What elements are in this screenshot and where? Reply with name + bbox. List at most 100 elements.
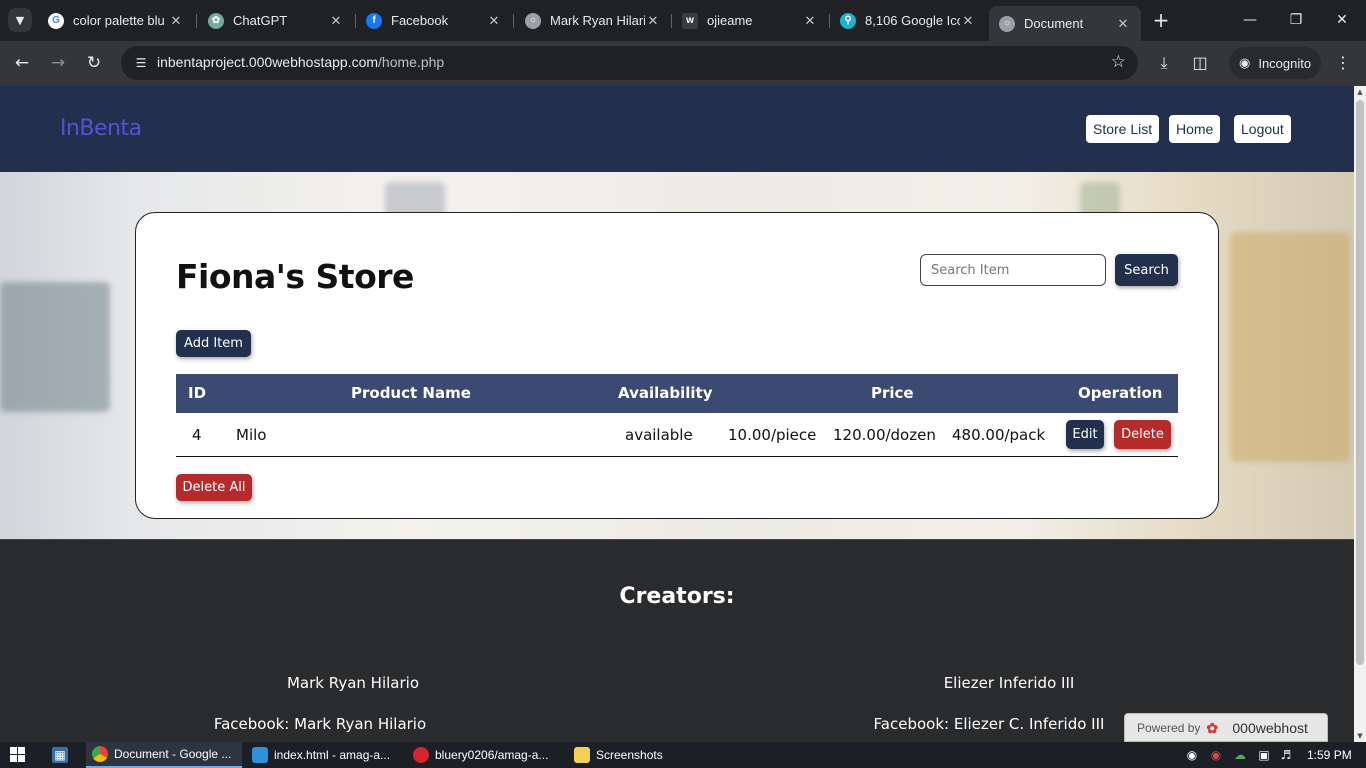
browser-toolbar: ← → ↻ ☰ inbentaproject.000webhostapp.com…: [0, 41, 1366, 86]
column-header-operation: Operation: [1078, 384, 1163, 402]
store-card: Fiona's Store Search Add Item ID Product…: [135, 212, 1219, 519]
side-panel-icon[interactable]: ◫: [1188, 51, 1212, 75]
browser-tab-bar: ▼ G color palette blu ✕ ✿ ChatGPT ✕ f Fa…: [0, 0, 1366, 41]
incognito-badge[interactable]: ◉ Incognito: [1229, 47, 1321, 79]
taskbar-item-vscode[interactable]: index.html - amag-a...: [246, 742, 402, 768]
taskbar-item-screenshots[interactable]: Screenshots: [568, 742, 724, 768]
items-table: ID Product Name Availability Price Opera…: [176, 374, 1178, 457]
forward-icon[interactable]: →: [46, 51, 70, 75]
sync-icon[interactable]: ☁: [1232, 747, 1248, 763]
site-info-icon[interactable]: ☰: [133, 55, 149, 71]
incognito-icon: ◉: [1239, 55, 1251, 70]
cell-product-name: Milo: [236, 426, 267, 444]
vscode-icon: [252, 747, 268, 763]
add-item-button[interactable]: Add Item: [176, 330, 251, 357]
address-bar[interactable]: ☰ inbentaproject.000webhostapp.com/home.…: [121, 46, 1138, 80]
tab-google-icons[interactable]: ⚲ 8,106 Google Ico ✕: [830, 6, 986, 35]
globe-icon: ○: [525, 12, 541, 29]
chevron-down-icon: ▼: [15, 13, 25, 27]
page-scrollbar[interactable]: ▲ ▼: [1354, 86, 1366, 742]
tab-facebook[interactable]: f Facebook ✕: [356, 6, 512, 35]
close-icon[interactable]: ✕: [645, 13, 661, 29]
opera-icon: [413, 747, 429, 763]
close-icon[interactable]: ✕: [960, 13, 976, 29]
network-icon[interactable]: ▣: [1256, 747, 1272, 763]
back-icon[interactable]: ←: [10, 51, 34, 75]
cell-price-dozen: 120.00/dozen: [833, 426, 936, 444]
creator-facebook: Facebook: Eliezer C. Inferido III: [873, 715, 1105, 733]
restore-icon[interactable]: ❐: [1284, 8, 1308, 32]
close-icon[interactable]: ✕: [486, 13, 502, 29]
page-title: Fiona's Store: [176, 257, 414, 296]
chrome-icon: [92, 746, 108, 762]
tab-divider: [513, 14, 514, 28]
address-url[interactable]: inbentaproject.000webhostapp.com/home.ph…: [157, 54, 444, 70]
new-tab-button[interactable]: +: [1150, 9, 1172, 31]
powered-by-badge[interactable]: Powered by ✿ 000webhost: [1124, 713, 1328, 742]
site-logo[interactable]: InBenta: [60, 116, 142, 141]
tab-chatgpt[interactable]: ✿ ChatGPT ✕: [198, 6, 354, 35]
webhost-logo-icon: ✿: [1206, 719, 1219, 736]
folder-icon: [574, 747, 590, 763]
calculator-icon[interactable]: ▦: [52, 747, 68, 763]
footer: Creators: Mark Ryan Hilario Facebook: Ma…: [0, 539, 1354, 742]
close-icon[interactable]: ✕: [802, 13, 818, 29]
google-icon: G: [48, 12, 64, 29]
column-header-product-name: Product Name: [351, 384, 471, 402]
creator-facebook: Facebook: Mark Ryan Hilario: [213, 715, 427, 733]
search-badge-icon: ⚲: [840, 12, 856, 29]
edit-button[interactable]: Edit: [1066, 420, 1104, 449]
creator-name: Eliezer Inferido III: [943, 674, 1075, 692]
bookmark-star-icon[interactable]: ☆: [1111, 52, 1126, 72]
close-icon[interactable]: ✕: [328, 13, 344, 29]
scrollbar-thumb[interactable]: [1356, 100, 1364, 665]
tab-document[interactable]: ○ Document ✕: [989, 6, 1141, 41]
search-button[interactable]: Search: [1115, 254, 1178, 286]
w-icon: w: [682, 12, 698, 29]
taskbar-item-chrome[interactable]: Document - Google ...: [86, 742, 242, 768]
delete-all-button[interactable]: Delete All: [176, 474, 252, 501]
chatgpt-icon: ✿: [208, 12, 224, 29]
os-taskbar: ▦ Document - Google ... index.html - ama…: [0, 742, 1366, 768]
column-header-availability: Availability: [618, 384, 713, 402]
footer-title: Creators:: [619, 584, 735, 609]
tab-ojieame[interactable]: w ojieame ✕: [672, 6, 828, 35]
site-header: InBenta Store List Home Logout: [0, 86, 1354, 172]
tab-mark-ryan[interactable]: ○ Mark Ryan Hilari ✕: [515, 6, 671, 35]
download-icon[interactable]: ⤓: [1152, 51, 1176, 75]
menu-kebab-icon[interactable]: ⋮: [1331, 51, 1355, 75]
cell-id: 4: [192, 426, 202, 444]
reload-icon[interactable]: ↻: [82, 51, 106, 75]
minimize-icon[interactable]: —: [1238, 8, 1262, 32]
tab-search-button[interactable]: ▼: [8, 8, 32, 32]
window-close-icon[interactable]: ✕: [1330, 8, 1354, 32]
creator-name: Mark Ryan Hilario: [286, 674, 420, 692]
tab-divider: [196, 14, 197, 28]
store-list-button[interactable]: Store List: [1086, 115, 1160, 143]
taskbar-item-opera[interactable]: bluery0206/amag-a...: [407, 742, 563, 768]
cell-availability: available: [625, 426, 693, 444]
opera-tray-icon[interactable]: ◉: [1208, 747, 1224, 763]
search-input[interactable]: [920, 254, 1106, 286]
close-icon[interactable]: ✕: [1115, 16, 1131, 32]
tab-color-palette[interactable]: G color palette blu ✕: [38, 6, 194, 35]
scroll-up-icon[interactable]: ▲: [1354, 86, 1366, 98]
scroll-down-icon[interactable]: ▼: [1354, 730, 1366, 742]
background-shelf-item: [1230, 232, 1350, 462]
delete-button[interactable]: Delete: [1114, 420, 1171, 449]
globe-icon: ○: [999, 15, 1015, 32]
volume-icon[interactable]: ♬: [1278, 747, 1294, 763]
windows-start-icon[interactable]: [10, 747, 26, 763]
page-viewport: InBenta Store List Home Logout Fiona's S…: [0, 86, 1354, 742]
home-button[interactable]: Home: [1169, 115, 1221, 143]
taskbar-clock[interactable]: 1:59 PM: [1307, 748, 1352, 762]
table-header: ID Product Name Availability Price Opera…: [176, 374, 1178, 413]
background-shelf-item: [0, 282, 110, 412]
discord-icon[interactable]: ◉: [1184, 747, 1200, 763]
close-icon[interactable]: ✕: [168, 13, 184, 29]
cell-price-pack: 480.00/pack: [952, 426, 1046, 444]
table-row: 4 Milo available 10.00/piece 120.00/doze…: [176, 413, 1178, 457]
cell-price-piece: 10.00/piece: [728, 426, 817, 444]
column-header-price: Price: [871, 384, 914, 402]
logout-button[interactable]: Logout: [1234, 115, 1291, 143]
